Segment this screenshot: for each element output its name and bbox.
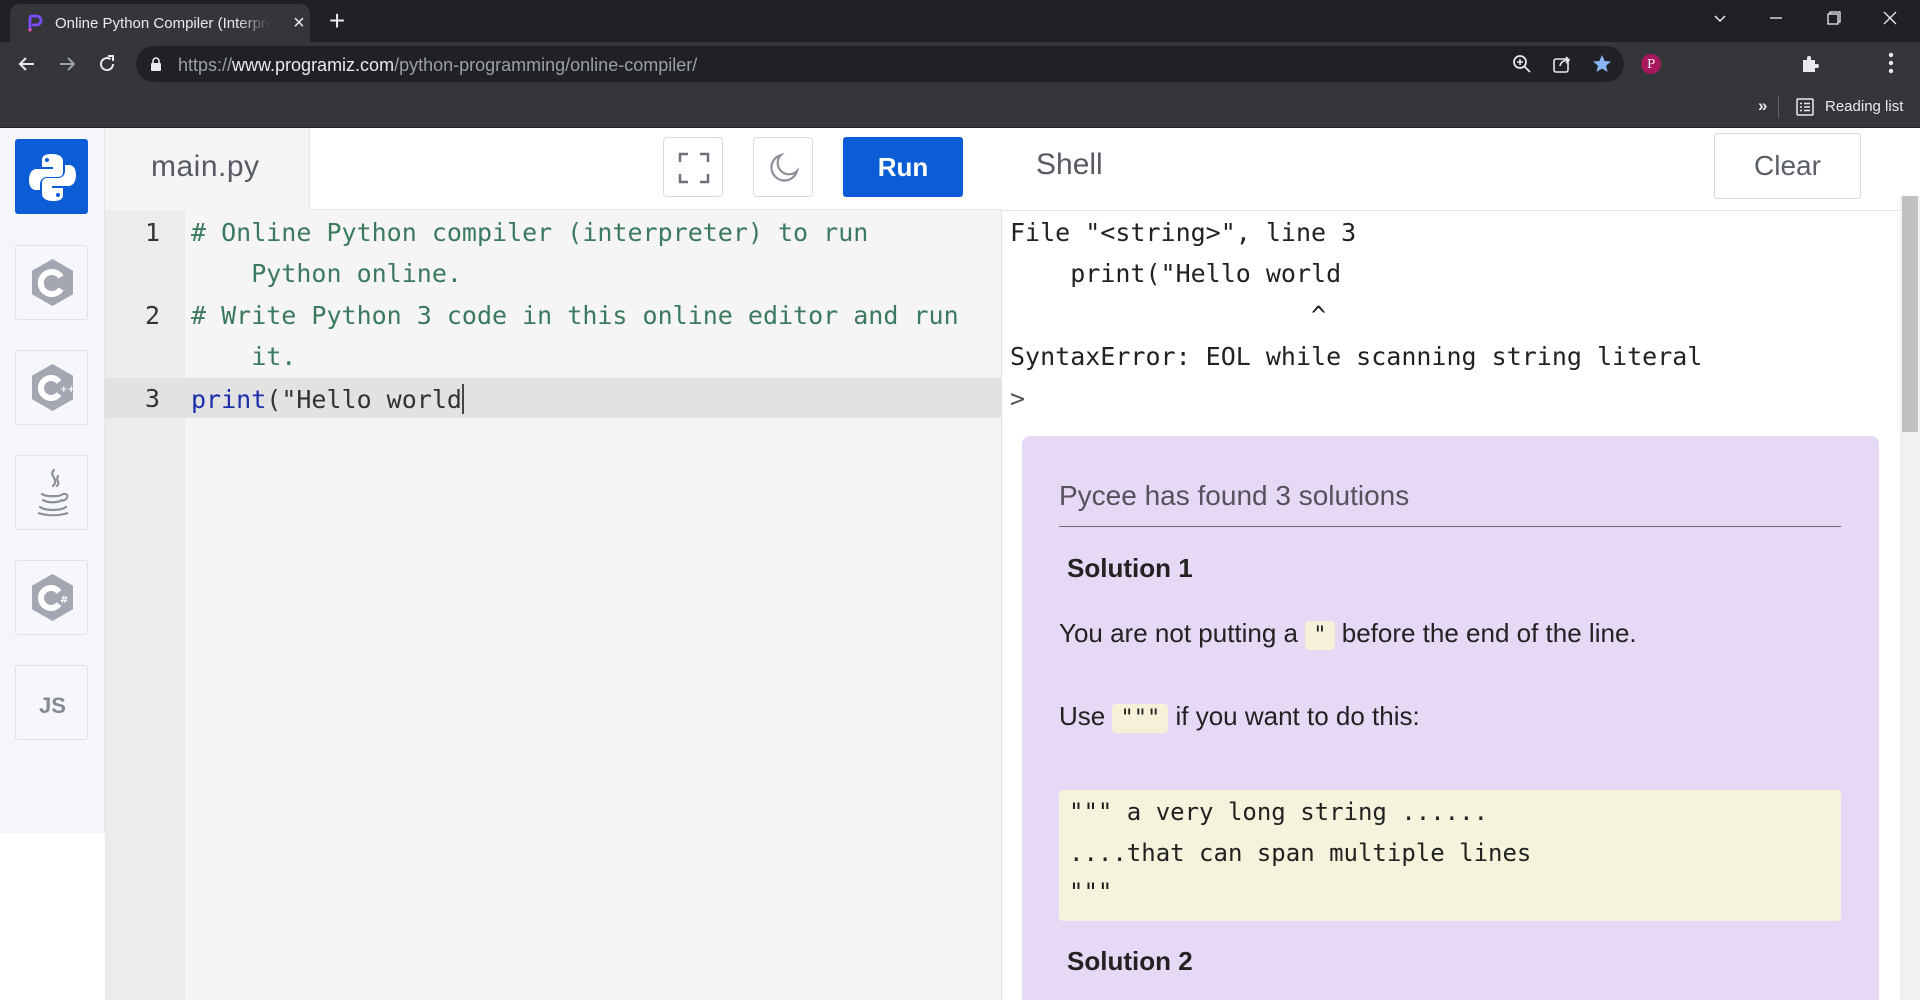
url-text: https://www.programiz.com/python-program… (178, 55, 698, 75)
shell-header: Shell Clear (1002, 128, 1920, 211)
code-block-line: ....that can span multiple lines (1069, 839, 1532, 867)
line-number: 3 (144, 384, 160, 413)
moon-icon (770, 152, 800, 182)
clear-button[interactable]: Clear (1714, 133, 1861, 199)
programiz-favicon-icon (28, 14, 43, 32)
restore-icon[interactable] (1806, 0, 1862, 38)
language-python[interactable] (15, 139, 88, 214)
bookmarks-divider (1778, 96, 1779, 118)
scrollbar-thumb[interactable] (1902, 196, 1918, 432)
bookmark-star-icon[interactable] (1592, 54, 1612, 74)
solution-code-block: """ a very long string ...... ....that c… (1059, 790, 1841, 921)
java-icon (37, 468, 69, 517)
forward-icon[interactable] (53, 50, 81, 78)
shell-panel: Shell Clear File "<string>", line 3 prin… (1002, 128, 1920, 1000)
language-sidebar: ++ # JS (0, 128, 105, 833)
shell-output-line: print("Hello world (1010, 259, 1342, 288)
dark-mode-button[interactable] (753, 137, 813, 197)
file-name: main.py (151, 150, 260, 183)
python-icon (29, 154, 76, 201)
text-cursor (461, 384, 464, 414)
inline-code: " (1305, 621, 1335, 650)
extension-profile-icon[interactable]: P (1641, 54, 1661, 74)
line-number: 1 (144, 218, 160, 247)
bookmarks-bar: » Reading list (0, 86, 1920, 128)
browser-tab-bar: Online Python Compiler (Interpreter) × + (0, 0, 1920, 42)
more-bookmarks-icon[interactable]: » (1758, 96, 1767, 116)
code-block-line: """ a very long string ...... (1069, 798, 1489, 826)
solution-2-heading: Solution 2 (1067, 946, 1193, 976)
code-text: # Online Python compiler (interpreter) t… (191, 218, 869, 247)
pycee-solutions-panel: Pycee has found 3 solutions Solution 1 Y… (1022, 436, 1879, 1000)
solution-1-text: You are not putting a " before the end o… (1059, 618, 1637, 650)
code-editor-panel: main.py Run 1 # Online Python compiler (… (105, 128, 1002, 1000)
code-text: print("Hello world (191, 384, 464, 414)
browser-menu-icon[interactable] (1888, 52, 1894, 74)
code-text-wrap: it. (191, 342, 297, 371)
c-language-icon (32, 259, 73, 306)
reload-icon[interactable] (93, 50, 121, 78)
pycee-divider (1059, 526, 1841, 527)
string-literal: ("Hello world (266, 385, 462, 414)
close-window-icon[interactable] (1862, 0, 1918, 38)
solution-1-heading: Solution 1 (1067, 553, 1193, 583)
shell-prompt[interactable]: > (1010, 384, 1025, 413)
language-cpp[interactable]: ++ (15, 350, 88, 425)
lock-icon (151, 57, 161, 71)
inline-code: """ (1112, 704, 1169, 733)
editor-header: main.py Run (105, 128, 1002, 211)
shell-error-line: SyntaxError: EOL while scanning string l… (1010, 342, 1703, 371)
share-icon[interactable] (1552, 54, 1572, 74)
javascript-icon: JS (39, 693, 66, 718)
language-javascript[interactable]: JS (15, 665, 88, 740)
zoom-icon[interactable] (1512, 54, 1532, 74)
address-bar[interactable]: https://www.programiz.com/python-program… (136, 46, 1624, 82)
solution-1-use-text: Use """ if you want to do this: (1059, 701, 1420, 733)
code-text: # Write Python 3 code in this online edi… (191, 301, 959, 330)
reading-list-label[interactable]: Reading list (1825, 98, 1903, 115)
code-text-wrap: Python online. (191, 259, 462, 288)
cpp-language-icon: ++ (32, 364, 75, 411)
new-tab-button[interactable]: + (322, 6, 352, 36)
fullscreen-button[interactable] (663, 137, 723, 197)
line-number: 2 (144, 301, 160, 330)
shell-output-line: File "<string>", line 3 (1010, 218, 1357, 247)
tab-search-icon[interactable] (1692, 0, 1748, 38)
csharp-language-icon: # (32, 574, 73, 621)
language-csharp[interactable]: # (15, 560, 88, 635)
tab-close-icon[interactable]: × (290, 13, 308, 33)
fullscreen-icon (678, 152, 710, 184)
shell-title: Shell (1036, 148, 1103, 181)
shell-output-caret: ^ (1010, 301, 1327, 330)
pycee-title: Pycee has found 3 solutions (1059, 480, 1410, 511)
minimize-icon[interactable] (1748, 0, 1804, 38)
file-tab-main[interactable]: main.py (105, 128, 310, 211)
extensions-puzzle-icon[interactable] (1800, 54, 1820, 74)
language-java[interactable] (15, 455, 88, 530)
tab-title: Online Python Compiler (Interpreter) (55, 15, 270, 32)
browser-toolbar: https://www.programiz.com/python-program… (0, 42, 1920, 86)
svg-text:#: # (60, 595, 68, 606)
language-c[interactable] (15, 245, 88, 320)
print-keyword: print (191, 385, 267, 414)
programiz-compiler-page: ++ # JS main.py Run 1 # Online Python co… (0, 128, 1920, 1000)
code-block-line: """ (1069, 878, 1113, 906)
run-button[interactable]: Run (843, 137, 963, 197)
browser-tab[interactable]: Online Python Compiler (Interpreter) × (10, 4, 310, 42)
shell-scrollbar[interactable] (1900, 196, 1920, 1000)
back-icon[interactable] (13, 50, 41, 78)
reading-list-icon[interactable] (1796, 98, 1814, 116)
svg-text:++: ++ (60, 385, 75, 395)
